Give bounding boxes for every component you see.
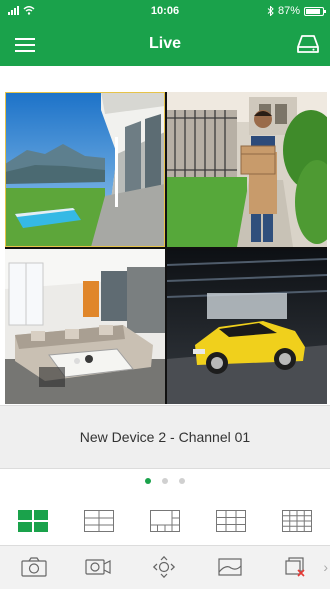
bluetooth-icon: [267, 6, 274, 16]
battery-icon: [304, 6, 326, 16]
page-indicator[interactable]: [0, 478, 330, 484]
camera-view-2[interactable]: [167, 92, 327, 247]
layout-4-split-icon[interactable]: [18, 510, 48, 537]
channel-caption: New Device 2 - Channel 01: [0, 405, 330, 469]
camera-view-1[interactable]: [5, 92, 165, 247]
layout-selector: [0, 506, 330, 538]
layout-9-split-icon[interactable]: [216, 510, 246, 537]
camera-snapshot-icon[interactable]: [20, 556, 48, 578]
camera-view-4[interactable]: [167, 249, 327, 404]
storage-drive-icon[interactable]: [296, 33, 320, 55]
battery-percent: 87%: [277, 5, 300, 17]
layout-16-split-icon[interactable]: [282, 510, 312, 537]
chevron-right-icon[interactable]: ›: [323, 559, 328, 575]
page-dot[interactable]: [179, 478, 185, 484]
page-dot[interactable]: [145, 478, 151, 484]
layout-8-split-icon[interactable]: [150, 510, 180, 537]
camera-view-3[interactable]: [5, 249, 165, 404]
camera-grid: [5, 92, 327, 404]
nav-bar: Live: [0, 22, 330, 66]
page-title: Live: [148, 35, 181, 52]
close-all-windows-icon[interactable]: [282, 556, 310, 578]
image-quality-icon[interactable]: [216, 556, 244, 578]
bottom-toolbar: ›: [0, 545, 330, 589]
layout-6-split-icon[interactable]: [84, 510, 114, 537]
status-bar: 10:06 87%: [0, 0, 330, 22]
video-record-icon[interactable]: [84, 556, 112, 578]
ptz-direction-icon[interactable]: [150, 555, 178, 579]
page-dot[interactable]: [162, 478, 168, 484]
